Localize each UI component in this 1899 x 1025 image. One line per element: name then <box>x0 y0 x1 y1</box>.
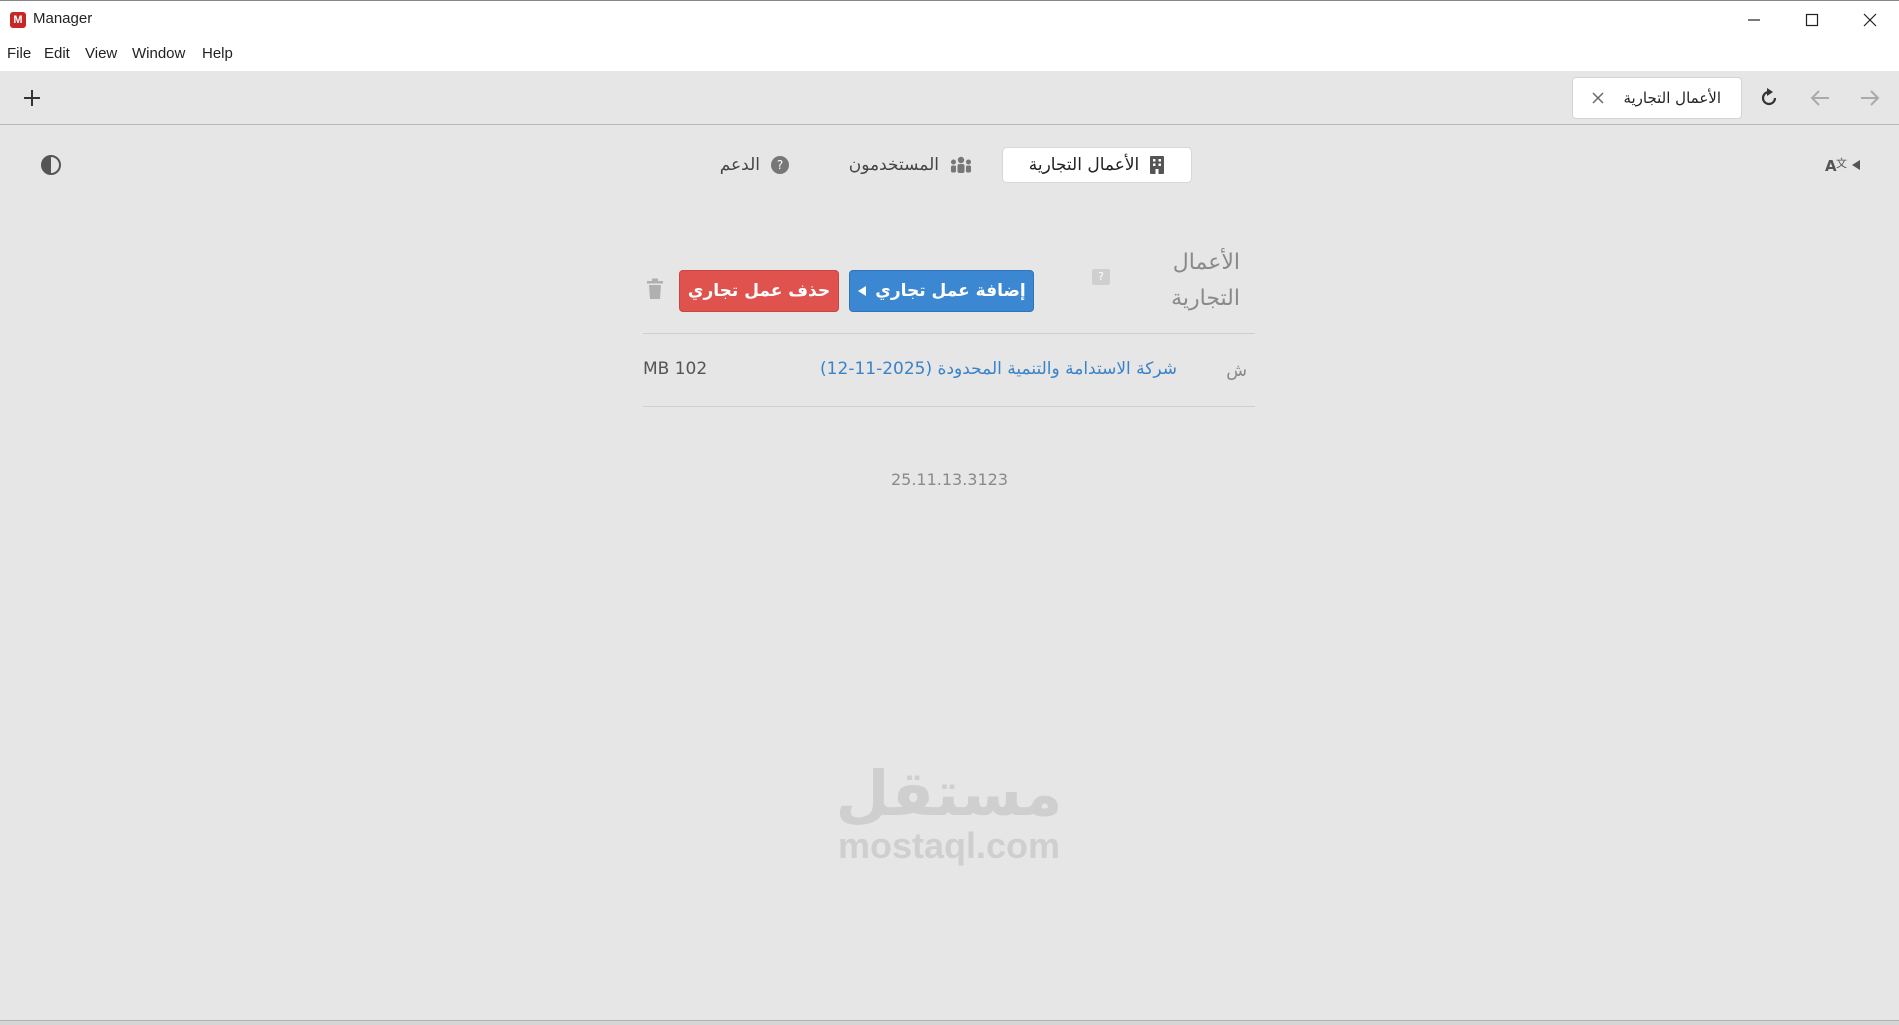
open-tab[interactable]: الأعمال التجارية <box>1572 77 1742 119</box>
close-window-button[interactable] <box>1841 1 1899 39</box>
add-business-label: إضافة عمل تجاري <box>875 281 1026 301</box>
chevron-left-icon <box>1852 160 1860 170</box>
translate-icon: A 文 <box>1825 156 1847 175</box>
svg-text:文: 文 <box>1836 156 1847 170</box>
tab-businesses[interactable]: الأعمال التجارية <box>1002 147 1192 183</box>
menu-edit[interactable]: Edit <box>44 45 70 62</box>
menu-view[interactable]: View <box>85 45 117 62</box>
arrow-left-icon <box>1810 90 1829 106</box>
theme-toggle-button[interactable] <box>31 145 71 185</box>
maximize-icon <box>1805 13 1819 27</box>
minimize-button[interactable] <box>1725 1 1783 39</box>
version-label: 25.11.13.3123 <box>890 470 1009 489</box>
contrast-icon <box>41 155 61 175</box>
close-icon <box>1592 92 1604 104</box>
building-icon <box>1149 155 1165 175</box>
add-business-button[interactable]: إضافة عمل تجاري <box>849 270 1034 312</box>
tab-support[interactable]: ? الدعم <box>708 147 790 183</box>
tab-users-label: المستخدمون <box>848 155 939 175</box>
minimize-icon <box>1748 19 1760 21</box>
divider <box>643 333 1255 334</box>
app-logo-icon: M <box>10 12 26 28</box>
business-size: MB 102 <box>643 359 708 379</box>
close-tab-button[interactable] <box>1591 90 1605 109</box>
language-button[interactable]: A 文 <box>1818 145 1868 185</box>
users-icon <box>949 155 973 175</box>
status-bar <box>0 1020 1899 1025</box>
page-title: الأعمال التجارية <box>1171 250 1240 311</box>
refresh-button[interactable] <box>1749 78 1789 118</box>
close-icon <box>1863 13 1877 27</box>
arrow-right-icon <box>1861 90 1880 106</box>
delete-business-label: حذف عمل تجاري <box>687 281 831 301</box>
help-icon[interactable]: ? <box>1092 269 1110 285</box>
plus-icon <box>24 90 40 106</box>
question-circle-icon: ? <box>770 155 790 175</box>
window-title: Manager <box>33 10 93 27</box>
refresh-icon <box>1761 88 1777 106</box>
watermark-arabic: مستقل <box>835 757 1063 830</box>
menu-file[interactable]: File <box>7 45 31 62</box>
watermark-latin: mostaql.com <box>837 825 1061 866</box>
trash-icon <box>647 278 663 299</box>
business-link[interactable]: شركة الاستدامة والتنمية المحدودة (2025-1… <box>820 359 1177 379</box>
svg-text:?: ? <box>777 158 783 172</box>
nav-tabs: ? الدعم المستخدمون الأعمال التجارية A 文 <box>0 147 1899 187</box>
toolbar: الأعمال التجارية <box>0 71 1899 125</box>
divider <box>643 406 1255 407</box>
watermark: مستقل mostaql.com <box>834 760 1064 864</box>
forward-button[interactable] <box>1850 78 1890 118</box>
tab-support-label: الدعم <box>719 155 760 175</box>
tab-businesses-label: الأعمال التجارية <box>1028 155 1140 175</box>
tab-users[interactable]: المستخدمون <box>838 147 973 183</box>
menu-window[interactable]: Window <box>132 45 185 62</box>
trash-button[interactable] <box>646 278 664 304</box>
maximize-button[interactable] <box>1783 1 1841 39</box>
caret-left-icon <box>858 286 867 296</box>
delete-business-button[interactable]: حذف عمل تجاري <box>679 270 839 312</box>
main-content: ? الدعم المستخدمون الأعمال التجارية A 文 … <box>0 125 1899 1020</box>
back-button[interactable] <box>1800 78 1840 118</box>
new-tab-button[interactable] <box>12 78 52 118</box>
menu-bar: File Edit View Window Help <box>0 38 1899 71</box>
title-bar: M Manager <box>0 0 1899 38</box>
open-tab-label: الأعمال التجارية <box>1623 89 1721 107</box>
business-type-marker: ش <box>1226 361 1247 381</box>
menu-help[interactable]: Help <box>202 45 233 62</box>
